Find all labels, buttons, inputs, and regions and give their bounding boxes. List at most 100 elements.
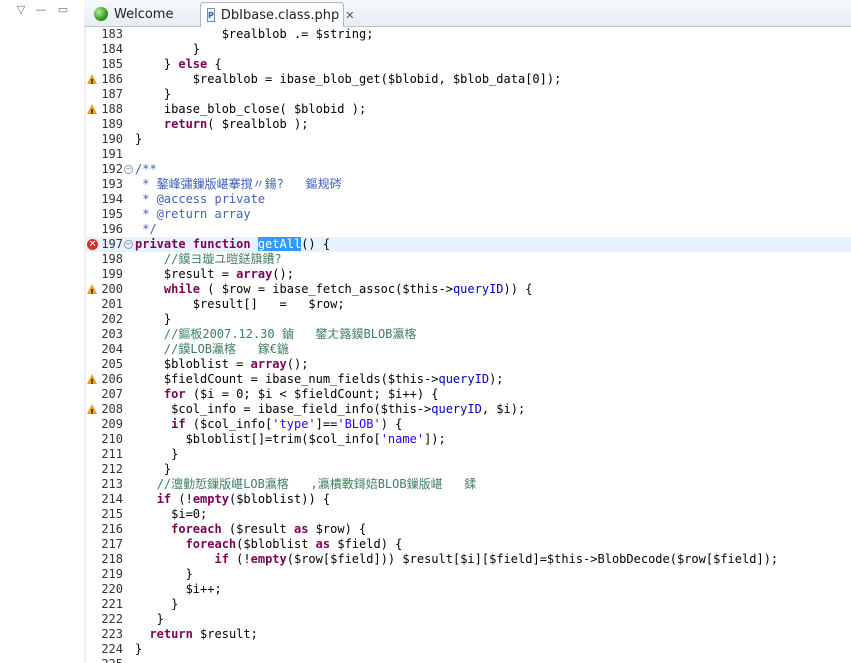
warning-icon[interactable]	[87, 374, 97, 390]
warning-icon[interactable]	[87, 404, 97, 420]
fold-toggle-icon[interactable]: −	[124, 165, 133, 174]
code-token: (	[185, 387, 201, 401]
code-line[interactable]: × 197− private function getAll() {	[86, 237, 851, 252]
code-text: foreach($bloblist as $field) {	[135, 537, 403, 552]
code-line[interactable]: 203 //鏂板2007.12.30 鏀 鐢ㄤ簬鏌BLOB瀛楁	[86, 327, 851, 342]
code-line[interactable]: 216 foreach ($result as $row) {	[86, 522, 851, 537]
code-token: if	[214, 552, 229, 566]
code-line[interactable]: 201 $result[] = $row;	[86, 297, 851, 312]
code-line[interactable]: 224}	[86, 642, 851, 657]
code-line[interactable]: 221 }	[86, 597, 851, 612]
code-line[interactable]: 194 * @access private	[86, 192, 851, 207]
code-token: [] =	[243, 297, 309, 311]
view-menu-icon[interactable]: ▽	[14, 4, 28, 16]
code-line[interactable]: 186 $realblob = ibase_blob_get($blobid, …	[86, 72, 851, 90]
code-line[interactable]: 183 $realblob .= $string;	[86, 27, 851, 42]
code-token: }	[135, 462, 172, 476]
line-number: 202	[101, 312, 123, 326]
code-line[interactable]: 212 }	[86, 462, 851, 477]
code-line[interactable]: 214 if (!empty($bloblist)) {	[86, 492, 851, 507]
code-line[interactable]: 208 $col_info = ibase_field_info($this->…	[86, 402, 851, 420]
code-token: (	[279, 102, 294, 116]
code-token: 'BLOB'	[337, 417, 381, 431]
code-token: ++) {	[402, 387, 439, 401]
code-token: }	[135, 447, 179, 461]
tab-welcome[interactable]: Welcome	[88, 2, 194, 26]
code-token: $fieldCount	[163, 372, 244, 386]
maximize-icon[interactable]: ▭	[56, 4, 70, 16]
code-text: //鏂板2007.12.30 鏀 鐢ㄤ簬鏌BLOB瀛楁	[135, 327, 417, 342]
code-line[interactable]: 192−/**	[86, 162, 851, 177]
code-text: * 鏊峰彇鏁版嵁搴撹〃鍚? 鏂规硶	[135, 177, 341, 192]
code-line[interactable]: 210 $bloblist[]=trim($col_info['name']);	[86, 432, 851, 447]
code-line[interactable]: 185 } else {	[86, 57, 851, 72]
code-line[interactable]: 223 return $result;	[86, 627, 851, 642]
code-token: }	[135, 612, 164, 626]
code-line[interactable]: 207 for ($i = 0; $i < $fieldCount; $i++)…	[86, 387, 851, 402]
code-token: =	[228, 357, 251, 371]
code-text: foreach ($result as $row) {	[135, 522, 366, 537]
code-line[interactable]: 184 }	[86, 42, 851, 57]
code-line[interactable]: 196 */	[86, 222, 851, 237]
code-line[interactable]: 199 $result = array();	[86, 267, 851, 282]
code-token: foreach	[171, 522, 222, 536]
code-line[interactable]: 190}	[86, 132, 851, 147]
code-line[interactable]: 191	[86, 147, 851, 162]
code-line[interactable]: 220 $i++;	[86, 582, 851, 597]
fold-toggle-icon[interactable]: −	[124, 240, 133, 249]
code-line[interactable]: 195 * @return array	[86, 207, 851, 222]
warning-icon[interactable]	[87, 104, 97, 120]
code-line[interactable]: 187 }	[86, 87, 851, 102]
code-line[interactable]: 209 if ($col_info['type']=='BLOB') {	[86, 417, 851, 432]
code-token: $result	[192, 297, 244, 311]
code-text: $realblob = ibase_blob_get($blobid, $blo…	[135, 72, 562, 87]
code-token: $col_info	[200, 417, 266, 431]
code-line[interactable]: 222 }	[86, 612, 851, 627]
code-token: $col_info	[171, 402, 237, 416]
code-line[interactable]: 189 return( $realblob );	[86, 117, 851, 132]
code-line[interactable]: 218 if (!empty($row[$field])) $result[$i…	[86, 552, 851, 567]
code-line[interactable]: 193 * 鏊峰彇鏁版嵁搴撹〃鍚? 鏂规硶	[86, 177, 851, 192]
code-text: }	[135, 447, 178, 462]
code-text: }	[135, 87, 171, 102]
code-line[interactable]: 211 }	[86, 447, 851, 462]
code-token: =	[236, 402, 258, 416]
line-number: 212	[101, 462, 123, 476]
code-line[interactable]: 219 }	[86, 567, 851, 582]
code-line[interactable]: 206 $fieldCount = ibase_num_fields($this…	[86, 372, 851, 390]
warning-icon[interactable]	[87, 284, 97, 300]
code-token: ibase_blob_close	[163, 102, 280, 116]
tab-dbibase-class-php[interactable]: P DbIbase.class.php ✕	[200, 2, 354, 27]
warning-icon[interactable]	[87, 74, 97, 90]
code-token: $blob_data	[452, 72, 526, 86]
code-line[interactable]: 217 foreach($bloblist as $field) {	[86, 537, 851, 552]
code-token: }	[135, 642, 143, 656]
code-token: ->	[438, 282, 453, 296]
code-line[interactable]: 205 $bloblist = array();	[86, 357, 851, 372]
code-token: queryID	[452, 282, 504, 296]
code-token: () {	[301, 237, 331, 251]
code-line[interactable]: 188 ibase_blob_close( $blobid );	[86, 102, 851, 120]
code-token: $this	[387, 372, 425, 386]
minimize-icon[interactable]: —	[34, 4, 48, 16]
code-line[interactable]: 198 //鏌ヨ璇ユ暟鎹簱鐨?	[86, 252, 851, 267]
line-number: 198	[101, 252, 123, 266]
error-icon[interactable]: ×	[87, 239, 98, 250]
code-line[interactable]: 225	[86, 657, 851, 663]
code-token: }	[135, 42, 201, 56]
code-line[interactable]: 213 //澶勭悊鏁版嵁LOB瀛楁 ,瀛樻斁鎶婄BLOB鏁版嵁 鍒	[86, 477, 851, 492]
code-line[interactable]: 204 //鏌LOB瀛楁 鎵€鍦	[86, 342, 851, 357]
close-tab-icon[interactable]: ✕	[345, 9, 354, 22]
code-editor[interactable]: 183 $realblob .= $string; 184 } 185 } else…	[86, 27, 851, 663]
code-token: }	[135, 132, 143, 146]
code-line[interactable]: 200 while ( $row = ibase_fetch_assoc($th…	[86, 282, 851, 300]
code-token: ->	[416, 402, 432, 416]
code-token: =	[214, 267, 237, 281]
code-line[interactable]: 215 $i=0;	[86, 507, 851, 522]
code-line[interactable]: 202 }	[86, 312, 851, 327]
